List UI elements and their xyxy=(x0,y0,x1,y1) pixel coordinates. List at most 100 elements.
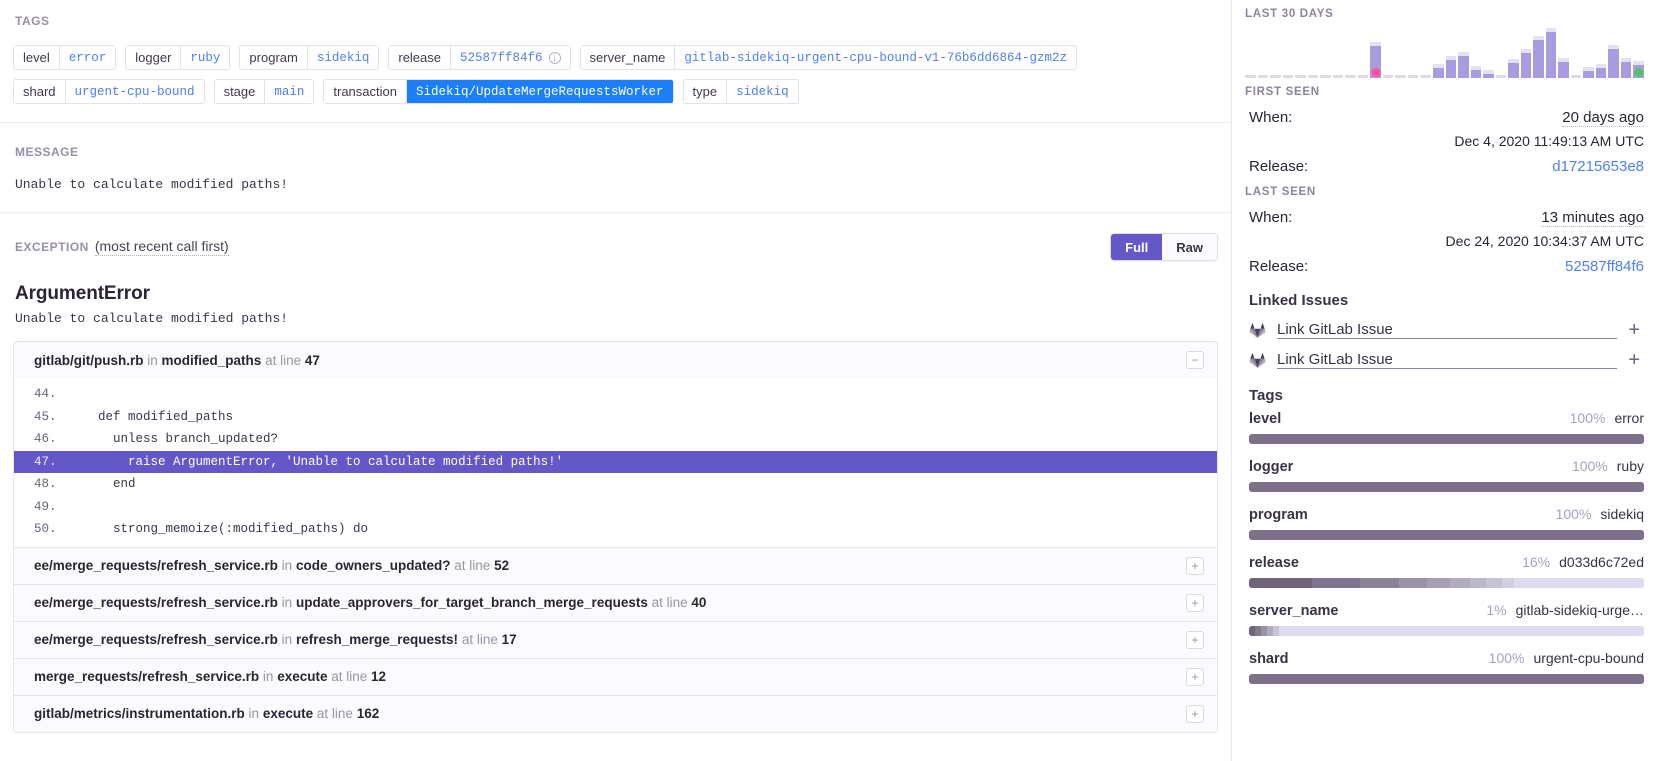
expand-frame-button[interactable]: + xyxy=(1186,594,1204,612)
chart-bar[interactable] xyxy=(1508,26,1519,78)
tag-pill-level[interactable]: levelerror xyxy=(13,45,116,70)
stackframe-header[interactable]: merge_requests/refresh_service.rb in exe… xyxy=(14,659,1217,695)
chart-bar[interactable] xyxy=(1358,26,1369,78)
chart-bar[interactable] xyxy=(1333,26,1344,78)
chart-bar[interactable] xyxy=(1270,26,1281,78)
tag-value[interactable]: sidekiq xyxy=(307,46,379,69)
chart-bar[interactable] xyxy=(1496,26,1507,78)
chart-bar[interactable] xyxy=(1533,26,1544,78)
tag-distribution-header: program100%sidekiq xyxy=(1249,506,1644,523)
stackframe-header[interactable]: gitlab/metrics/instrumentation.rb in exe… xyxy=(14,696,1217,732)
tag-pill-type[interactable]: typesidekiq xyxy=(683,79,799,104)
stackframe-header[interactable]: ee/merge_requests/refresh_service.rb in … xyxy=(14,622,1217,658)
tag-distribution-key: logger xyxy=(1249,459,1293,475)
expand-frame-button[interactable]: + xyxy=(1186,557,1204,575)
tag-pill-transaction[interactable]: transactionSidekiq/UpdateMergeRequestsWo… xyxy=(323,79,673,104)
stackframe-in-word: in xyxy=(147,353,158,368)
tag-distribution[interactable]: shard100%urgent-cpu-bound xyxy=(1245,650,1644,684)
link-gitlab-issue-link[interactable]: Link GitLab Issue xyxy=(1277,321,1617,339)
stackframe-header[interactable]: ee/merge_requests/refresh_service.rb in … xyxy=(14,548,1217,584)
tag-pill-list: levelerror loggerruby programsidekiq releas… xyxy=(13,45,1218,104)
tag-value[interactable]: error xyxy=(59,46,116,69)
tag-value[interactable]: ruby xyxy=(180,46,229,69)
tag-value-text: gitlab-sidekiq-urgent-cpu-bound-v1-76b6d… xyxy=(684,51,1067,65)
chart-bar-empty xyxy=(1383,75,1394,78)
chart-bar[interactable] xyxy=(1395,26,1406,78)
collapse-frame-button[interactable]: − xyxy=(1186,351,1204,369)
tag-pill-program[interactable]: programsidekiq xyxy=(239,45,379,70)
tag-distribution[interactable]: program100%sidekiq xyxy=(1245,506,1644,540)
chart-bar[interactable] xyxy=(1521,26,1532,78)
tag-distribution[interactable]: release16%d033d6c72ed xyxy=(1245,554,1644,588)
plus-icon[interactable]: + xyxy=(1628,323,1644,337)
chart-bar[interactable] xyxy=(1408,26,1419,78)
tag-distribution-percent: 100% xyxy=(1572,458,1608,474)
exception-view-raw-button[interactable]: Raw xyxy=(1162,234,1217,260)
chart-bar[interactable] xyxy=(1258,26,1269,78)
tag-value[interactable]: urgent-cpu-bound xyxy=(65,80,204,103)
chart-bar[interactable] xyxy=(1383,26,1394,78)
chart-bar[interactable] xyxy=(1283,26,1294,78)
tag-distribution[interactable]: server_name1%gitlab-sidekiq-urge… xyxy=(1245,602,1644,636)
chart-bar[interactable] xyxy=(1245,26,1256,78)
tag-pill-release[interactable]: release52587ff84f6i xyxy=(388,45,570,70)
stackframe-in-word: in xyxy=(282,558,293,573)
stackframe-header[interactable]: gitlab/git/push.rb in modified_paths at … xyxy=(14,342,1217,378)
chart-bar[interactable] xyxy=(1420,26,1431,78)
chart-bar[interactable] xyxy=(1483,26,1494,78)
plus-icon[interactable]: + xyxy=(1628,353,1644,367)
tag-value[interactable]: Sidekiq/UpdateMergeRequestsWorker xyxy=(406,80,673,103)
exception-view-toggle[interactable]: Full Raw xyxy=(1110,233,1218,261)
chart-bar[interactable] xyxy=(1295,26,1306,78)
tag-pill-logger[interactable]: loggerruby xyxy=(125,45,230,70)
chart-bar-body xyxy=(1533,40,1544,78)
chart-bar[interactable] xyxy=(1446,26,1457,78)
info-circle-icon[interactable]: i xyxy=(549,52,561,64)
stackframe-at-word: at line xyxy=(652,595,688,610)
tag-distribution[interactable]: level100%error xyxy=(1245,410,1644,444)
stacktrace: gitlab/git/push.rb in modified_paths at … xyxy=(13,341,1218,733)
tag-pill-server_name[interactable]: server_namegitlab-sidekiq-urgent-cpu-bou… xyxy=(580,45,1077,70)
chart-bar[interactable] xyxy=(1583,26,1594,78)
stackframe-at-word: at line xyxy=(317,706,353,721)
chart-bar[interactable] xyxy=(1458,26,1469,78)
stackframe-function: execute xyxy=(263,706,313,721)
chart-bar[interactable] xyxy=(1596,26,1607,78)
code-line-source: strong_memoize(:modified_paths) do xyxy=(68,518,1217,541)
tag-distribution-segment xyxy=(1470,578,1486,588)
chart-bar[interactable] xyxy=(1621,26,1632,78)
expand-frame-button[interactable]: + xyxy=(1186,631,1204,649)
expand-frame-button[interactable]: + xyxy=(1186,668,1204,686)
stackframe-header[interactable]: ee/merge_requests/refresh_service.rb in … xyxy=(14,585,1217,621)
first-seen-release-link[interactable]: d17215653e8 xyxy=(1552,158,1644,175)
tag-distribution[interactable]: logger100%ruby xyxy=(1245,458,1644,492)
chart-bar[interactable] xyxy=(1308,26,1319,78)
chart-bar[interactable] xyxy=(1345,26,1356,78)
tag-value[interactable]: main xyxy=(264,80,313,103)
chart-bar[interactable] xyxy=(1471,26,1482,78)
tag-pill-shard[interactable]: shardurgent-cpu-bound xyxy=(13,79,205,104)
linked-issue-row: Link GitLab Issue + xyxy=(1245,345,1644,375)
tag-value-text: Sidekiq/UpdateMergeRequestsWorker xyxy=(416,85,664,99)
last-seen-release-link[interactable]: 52587ff84f6 xyxy=(1565,258,1644,275)
last-30-days-chart[interactable] xyxy=(1245,24,1644,86)
tag-value[interactable]: gitlab-sidekiq-urgent-cpu-bound-v1-76b6d… xyxy=(674,46,1076,69)
chart-bar[interactable] xyxy=(1633,26,1644,78)
chart-bar[interactable] xyxy=(1370,26,1381,78)
link-gitlab-issue-link[interactable]: Link GitLab Issue xyxy=(1277,351,1617,369)
code-line-number: 44. xyxy=(14,383,68,406)
tag-pill-stage[interactable]: stagemain xyxy=(214,79,315,104)
chart-bar[interactable] xyxy=(1608,26,1619,78)
tags-section: TAGS levelerrorloggerrubyprogramsidekiqr… xyxy=(0,0,1231,104)
tag-value[interactable]: 52587ff84f6i xyxy=(450,46,570,69)
chart-bar[interactable] xyxy=(1546,26,1557,78)
expand-frame-button[interactable]: + xyxy=(1186,705,1204,723)
chart-bar[interactable] xyxy=(1571,26,1582,78)
exception-view-full-button[interactable]: Full xyxy=(1111,234,1162,260)
first-seen-when-key: When: xyxy=(1249,109,1292,126)
chart-bar[interactable] xyxy=(1433,26,1444,78)
exception-value: Unable to calculate modified paths! xyxy=(15,311,1218,326)
chart-bar[interactable] xyxy=(1320,26,1331,78)
tag-value[interactable]: sidekiq xyxy=(726,80,798,103)
chart-bar[interactable] xyxy=(1558,26,1569,78)
